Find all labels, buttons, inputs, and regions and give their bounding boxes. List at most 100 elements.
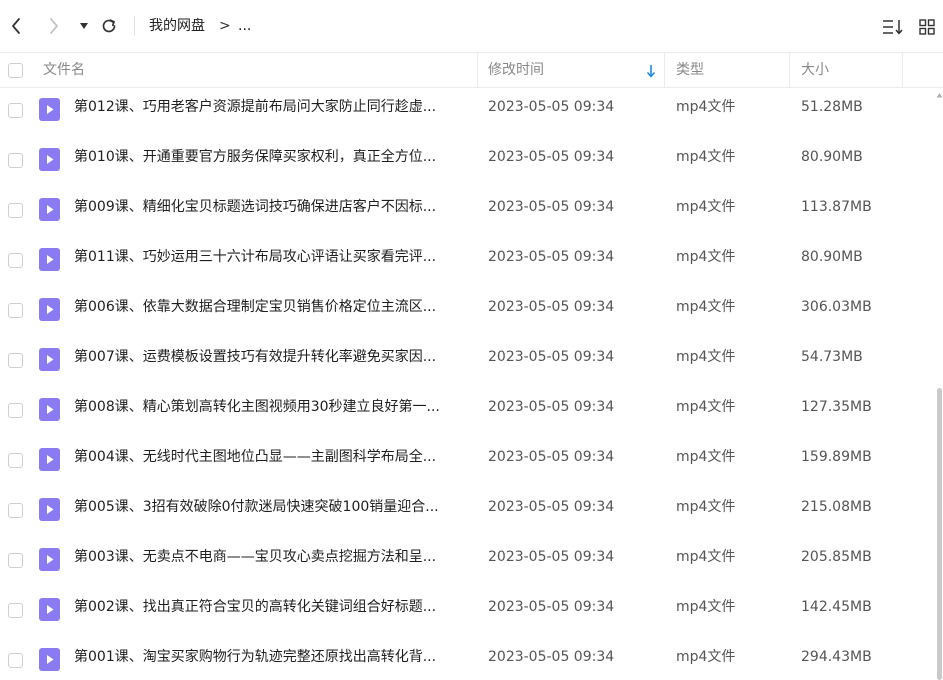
row-checkbox[interactable] (8, 203, 23, 218)
row-checkbox[interactable] (8, 253, 23, 268)
file-type: mp4文件 (676, 599, 736, 615)
file-row[interactable]: 第005课、3招有效破除0付款迷局快速突破100销量迎合... 2023-05-0… (0, 485, 936, 535)
file-type: mp4文件 (676, 349, 736, 365)
video-file-icon (39, 198, 60, 221)
file-name[interactable]: 第002课、找出真正符合宝贝的高转化关键词组合好标题... (74, 585, 464, 629)
grid-view-button[interactable] (914, 14, 940, 40)
refresh-button[interactable] (97, 12, 121, 40)
file-size: 80.90MB (801, 249, 863, 265)
forward-button[interactable] (42, 12, 66, 40)
file-type: mp4文件 (676, 249, 736, 265)
breadcrumb-separator: > (219, 18, 231, 34)
column-divider (902, 53, 903, 88)
row-checkbox[interactable] (8, 653, 23, 668)
sort-icon (883, 20, 903, 35)
file-size: 51.28MB (801, 99, 863, 115)
file-modified-time: 2023-05-05 09:34 (488, 349, 615, 365)
file-row[interactable]: 第004课、无线时代主图地位凸显——主副图科学布局全... 2023-05-05 … (0, 435, 936, 485)
row-checkbox[interactable] (8, 353, 23, 368)
file-size: 205.85MB (801, 549, 872, 565)
video-file-icon (39, 148, 60, 171)
row-checkbox[interactable] (8, 103, 23, 118)
file-name[interactable]: 第011课、巧妙运用三十六计布局攻心评语让买家看完评... (74, 235, 464, 279)
video-file-icon (39, 548, 60, 571)
breadcrumb-more[interactable]: ... (238, 16, 251, 36)
file-row[interactable]: 第008课、精心策划高转化主图视频用30秒建立良好第一... 2023-05-05… (0, 385, 936, 435)
file-name[interactable]: 第007课、运费模板设置技巧有效提升转化率避免买家因... (74, 335, 464, 379)
file-modified-time: 2023-05-05 09:34 (488, 549, 615, 565)
file-name[interactable]: 第008课、精心策划高转化主图视频用30秒建立良好第一... (74, 385, 464, 429)
file-modified-time: 2023-05-05 09:34 (488, 599, 615, 615)
file-name[interactable]: 第003课、无卖点不电商——宝贝攻心卖点挖掘方法和呈... (74, 535, 464, 579)
file-row[interactable]: 第002课、找出真正符合宝贝的高转化关键词组合好标题... 2023-05-05 … (0, 585, 936, 635)
grid-view-icon (919, 19, 935, 35)
video-file-icon (39, 498, 60, 521)
file-name[interactable]: 第006课、依靠大数据合理制定宝贝销售价格定位主流区... (74, 285, 464, 329)
file-modified-time: 2023-05-05 09:34 (488, 199, 615, 215)
scroll-up-arrow-icon[interactable] (936, 92, 943, 98)
file-type: mp4文件 (676, 449, 736, 465)
file-type: mp4文件 (676, 399, 736, 415)
file-name[interactable]: 第009课、精细化宝贝标题选词技巧确保进店客户不因标... (74, 185, 464, 229)
file-row[interactable]: 第012课、巧用老客户资源提前布局问大家防止同行趁虚... 2023-05-05 … (0, 85, 936, 135)
column-header-name[interactable]: 文件名 (43, 53, 85, 88)
file-name[interactable]: 第010课、开通重要官方服务保障买家权利，真正全方位... (74, 135, 464, 179)
file-type: mp4文件 (676, 299, 736, 315)
file-row[interactable]: 第003课、无卖点不电商——宝贝攻心卖点挖掘方法和呈... 2023-05-05 … (0, 535, 936, 585)
chevron-left-icon (12, 18, 20, 34)
file-type: mp4文件 (676, 549, 736, 565)
file-size: 127.35MB (801, 399, 872, 415)
toolbar: 我的网盘 > ... (0, 0, 943, 52)
file-row[interactable]: 第010课、开通重要官方服务保障买家权利，真正全方位... 2023-05-05 … (0, 135, 936, 185)
file-size: 306.03MB (801, 299, 872, 315)
file-modified-time: 2023-05-05 09:34 (488, 149, 615, 165)
file-size: 80.90MB (801, 149, 863, 165)
video-file-icon (39, 398, 60, 421)
video-file-icon (39, 448, 60, 471)
history-dropdown-button[interactable] (74, 12, 94, 40)
back-button[interactable] (4, 12, 28, 40)
column-header-size[interactable]: 大小 (801, 53, 829, 88)
column-header-modified[interactable]: 修改时间 (488, 53, 544, 88)
breadcrumb-root[interactable]: 我的网盘 (149, 16, 205, 36)
select-all-checkbox[interactable] (8, 63, 23, 78)
file-size: 142.45MB (801, 599, 872, 615)
file-name[interactable]: 第005课、3招有效破除0付款迷局快速突破100销量迎合... (74, 485, 464, 529)
sort-descending-icon[interactable] (646, 64, 656, 78)
file-size: 113.87MB (801, 199, 872, 215)
row-checkbox[interactable] (8, 453, 23, 468)
video-file-icon (39, 248, 60, 271)
column-header-type[interactable]: 类型 (676, 53, 704, 88)
caret-down-icon (80, 23, 88, 29)
file-row[interactable]: 第007课、运费模板设置技巧有效提升转化率避免买家因... 2023-05-05 … (0, 335, 936, 385)
row-checkbox[interactable] (8, 553, 23, 568)
row-checkbox[interactable] (8, 153, 23, 168)
file-row[interactable]: 第006课、依靠大数据合理制定宝贝销售价格定位主流区... 2023-05-05 … (0, 285, 936, 335)
row-checkbox[interactable] (8, 303, 23, 318)
file-name[interactable]: 第001课、淘宝买家购物行为轨迹完整还原找出高转化背... (74, 635, 464, 679)
file-modified-time: 2023-05-05 09:34 (488, 449, 615, 465)
file-size: 215.08MB (801, 499, 872, 515)
vertical-scrollbar[interactable] (936, 88, 943, 680)
row-checkbox[interactable] (8, 403, 23, 418)
chevron-right-icon (50, 18, 58, 34)
file-type: mp4文件 (676, 149, 736, 165)
file-row[interactable]: 第001课、淘宝买家购物行为轨迹完整还原找出高转化背... 2023-05-05 … (0, 635, 936, 680)
scrollbar-thumb[interactable] (937, 388, 942, 680)
column-divider (477, 53, 478, 88)
file-name[interactable]: 第004课、无线时代主图地位凸显——主副图科学布局全... (74, 435, 464, 479)
file-size: 294.43MB (801, 649, 872, 665)
file-row[interactable]: 第011课、巧妙运用三十六计布局攻心评语让买家看完评... 2023-05-05 … (0, 235, 936, 285)
file-modified-time: 2023-05-05 09:34 (488, 249, 615, 265)
row-checkbox[interactable] (8, 603, 23, 618)
file-size: 54.73MB (801, 349, 863, 365)
file-type: mp4文件 (676, 199, 736, 215)
file-name[interactable]: 第012课、巧用老客户资源提前布局问大家防止同行趁虚... (74, 85, 464, 129)
row-checkbox[interactable] (8, 503, 23, 518)
sort-button[interactable] (880, 14, 906, 40)
file-size: 159.89MB (801, 449, 872, 465)
video-file-icon (39, 348, 60, 371)
file-row[interactable]: 第009课、精细化宝贝标题选词技巧确保进店客户不因标... 2023-05-05 … (0, 185, 936, 235)
toolbar-divider (134, 16, 135, 36)
video-file-icon (39, 98, 60, 121)
